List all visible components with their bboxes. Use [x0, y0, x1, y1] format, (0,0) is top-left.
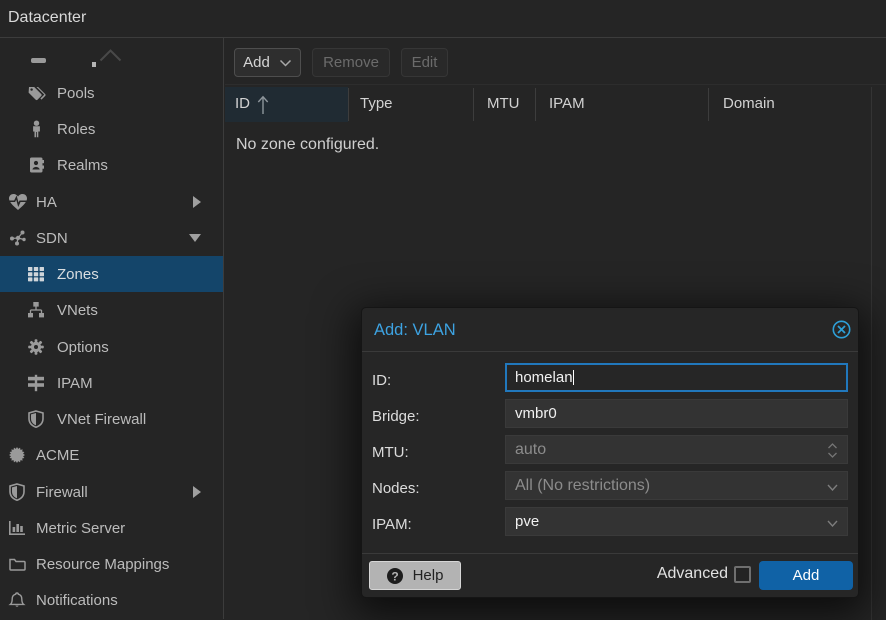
svg-text:?: ?: [391, 569, 398, 583]
